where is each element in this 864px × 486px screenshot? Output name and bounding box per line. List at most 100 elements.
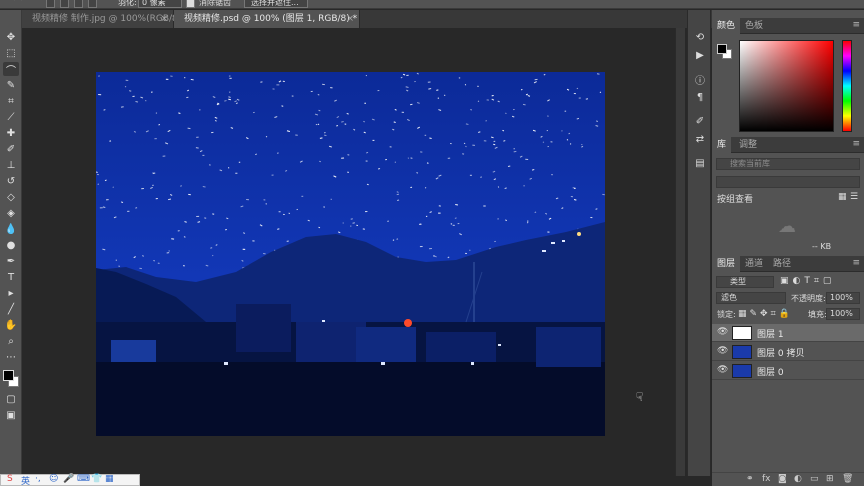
document-canvas[interactable] — [96, 72, 605, 436]
new-selection-button[interactable] — [46, 0, 55, 8]
antialias-checkbox[interactable] — [186, 0, 195, 8]
grid-view-icon[interactable]: ▦ — [838, 192, 847, 202]
layer-kind-filter[interactable]: 类型 — [716, 276, 774, 288]
tab-paths[interactable]: 路径 — [768, 256, 796, 272]
intersect-selection-button[interactable] — [88, 0, 97, 8]
adjustment-layer-icon[interactable]: ◐ — [794, 474, 802, 484]
adjust-icon[interactable]: ⇄ — [692, 132, 708, 146]
brush-settings-icon[interactable]: ✐ — [692, 114, 708, 128]
visibility-eye-icon[interactable]: 👁 — [717, 365, 728, 375]
ime-voice-icon[interactable]: 🎤 — [63, 474, 74, 484]
blur-icon[interactable]: 💧 — [3, 222, 19, 236]
lasso-icon[interactable]: ⌒ — [3, 62, 19, 77]
panel-menu-icon[interactable]: ≡ — [852, 20, 860, 30]
ime-emoji-icon[interactable]: ☺ — [49, 474, 58, 484]
zoom-icon[interactable]: ⌕ — [3, 334, 19, 348]
eraser-icon[interactable]: ◇ — [3, 190, 19, 204]
opacity-input[interactable]: 100% — [826, 292, 860, 304]
pen-icon[interactable]: ✒ — [3, 254, 19, 268]
ime-punct-icon[interactable]: ·, — [35, 474, 41, 484]
visibility-eye-icon[interactable]: 👁 — [717, 346, 728, 356]
add-selection-button[interactable] — [60, 0, 69, 8]
more-icon[interactable]: ⋯ — [3, 350, 19, 364]
add-mask-icon[interactable]: ◙ — [778, 474, 787, 484]
star — [276, 84, 280, 86]
library-search-input[interactable]: 搜索当前库 — [716, 158, 860, 170]
vertical-scrollbar[interactable] — [675, 28, 685, 476]
tab-color[interactable]: 颜色 — [712, 18, 741, 34]
lock-icons[interactable]: ▦✎✥⌗🔒 — [738, 309, 793, 319]
layer-row[interactable]: 👁 图层 0 — [712, 362, 864, 380]
paragraph-icon[interactable]: ¶ — [692, 90, 708, 104]
hue-slider[interactable] — [842, 40, 852, 132]
foreground-color-swatch[interactable] — [3, 370, 14, 381]
visibility-eye-icon[interactable]: 👁 — [717, 327, 728, 337]
properties-icon[interactable]: ▤ — [692, 156, 708, 170]
screen-mode-icon[interactable]: ▣ — [3, 408, 19, 422]
blend-mode-select[interactable]: 滤色 — [716, 292, 786, 304]
history-icon[interactable]: ⟲ — [692, 30, 708, 44]
fill-label: 填充: — [808, 310, 827, 319]
feather-value: 0 像素 — [142, 0, 166, 7]
crop-icon[interactable]: ⌗ — [3, 94, 19, 108]
feather-input[interactable]: 0 像素 — [138, 0, 182, 8]
panel-menu-icon[interactable]: ≡ — [852, 139, 860, 149]
tab-channels[interactable]: 通道 — [740, 256, 768, 272]
library-dropdown[interactable] — [716, 176, 860, 188]
move-icon[interactable]: ✥ — [3, 30, 19, 44]
layer-row[interactable]: 👁 图层 0 拷贝 — [712, 343, 864, 361]
stamp-icon[interactable]: ⊥ — [3, 158, 19, 172]
fill-input[interactable]: 100% — [826, 308, 860, 320]
path-select-icon[interactable]: ▸ — [3, 286, 19, 300]
link-layers-icon[interactable]: ⚭ — [746, 474, 754, 484]
star — [525, 158, 529, 160]
actions-play-icon[interactable]: ▶ — [692, 48, 708, 62]
quick-mask-icon[interactable]: ▢ — [3, 392, 19, 406]
info-icon[interactable]: ⓘ — [692, 72, 708, 87]
ime-tools-icon[interactable]: ▦ — [105, 474, 114, 484]
list-view-icon[interactable]: ☰ — [850, 192, 858, 202]
view-by-group-label[interactable]: 按组查看 — [717, 192, 753, 205]
layer-row[interactable]: 👁 图层 1 — [712, 324, 864, 342]
tab-jpg-document[interactable]: 视频精修 制作.jpg @ 100%(RGB/8) × — [22, 10, 181, 28]
close-icon[interactable]: × — [160, 10, 168, 28]
foreground-color-chip[interactable] — [717, 44, 727, 54]
star — [547, 231, 550, 233]
tab-swatches[interactable]: 色板 — [740, 18, 768, 34]
eyedropper-icon[interactable]: ⟋ — [3, 110, 19, 124]
layer-name[interactable]: 图层 0 — [757, 365, 784, 378]
layer-name[interactable]: 图层 1 — [757, 327, 784, 340]
star — [433, 255, 435, 257]
select-mask-button[interactable]: 选择并遮住... — [244, 0, 308, 8]
new-layer-icon[interactable]: ⊞ — [826, 474, 834, 484]
tab-libraries[interactable]: 库 — [712, 137, 732, 153]
brush-icon[interactable]: ✐ — [3, 142, 19, 156]
tab-layers[interactable]: 图层 — [712, 256, 741, 272]
history-brush-icon[interactable]: ↺ — [3, 174, 19, 188]
subtract-selection-button[interactable] — [74, 0, 83, 8]
lasso-options-icon[interactable]: ⌒ — [14, 0, 22, 8]
tab-psd-document[interactable]: 视频精修.psd @ 100% (图层 1, RGB/8) * × — [174, 10, 360, 28]
close-icon[interactable]: × — [346, 10, 354, 28]
color-field[interactable] — [739, 40, 834, 132]
fx-icon[interactable]: fx — [762, 474, 771, 484]
dodge-icon[interactable]: ● — [3, 238, 19, 252]
tab-adjustments[interactable]: 调整 — [734, 137, 762, 153]
star — [196, 215, 200, 217]
type-icon[interactable]: T — [3, 270, 19, 284]
star — [162, 155, 166, 157]
ime-language[interactable]: 英 — [21, 474, 30, 486]
healing-icon[interactable]: ✚ — [3, 126, 19, 140]
panel-menu-icon[interactable]: ≡ — [852, 258, 860, 268]
shape-icon[interactable]: ╱ — [3, 302, 19, 316]
layer-filter-icons[interactable]: ▣◐T⌗▢ — [780, 276, 835, 286]
layer-name[interactable]: 图层 0 拷贝 — [757, 346, 804, 359]
paint-bucket-icon[interactable]: ◈ — [3, 206, 19, 220]
new-group-icon[interactable]: ▭ — [810, 474, 819, 484]
hand-icon[interactable]: ✋ — [3, 318, 19, 332]
quick-select-icon[interactable]: ✎ — [3, 78, 19, 92]
ime-skin-icon[interactable]: 👕 — [91, 474, 102, 484]
ime-keyboard-icon[interactable]: ⌨ — [77, 474, 90, 484]
marquee-icon[interactable]: ⬚ — [3, 46, 19, 60]
delete-layer-icon[interactable]: 🗑 — [842, 474, 853, 484]
